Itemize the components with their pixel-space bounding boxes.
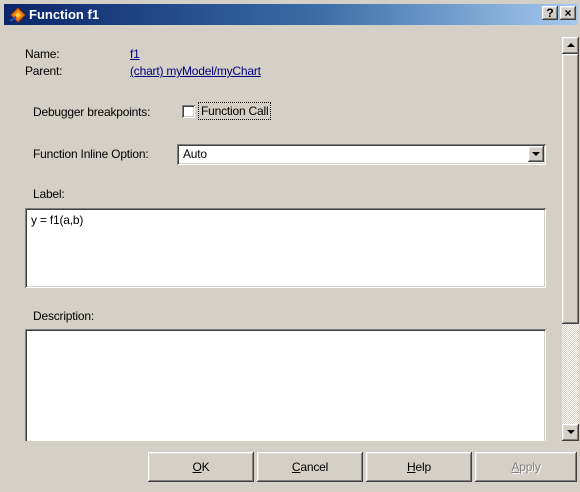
parent-link[interactable]: (chart) myModel/myChart <box>130 64 261 78</box>
context-help-button[interactable]: ? <box>542 6 558 20</box>
function-call-label[interactable]: Function Call <box>198 102 272 120</box>
ok-label: K <box>201 460 210 474</box>
scroll-down-arrow-icon[interactable] <box>562 424 579 441</box>
scrollbar-thumb[interactable] <box>562 54 579 324</box>
close-button[interactable]: × <box>560 6 576 20</box>
ok-button[interactable]: OK <box>148 452 254 482</box>
apply-button[interactable]: Apply <box>475 452 577 482</box>
label-textarea[interactable]: y = f1(a,b) <box>25 208 546 288</box>
cancel-button[interactable]: Cancel <box>257 452 363 482</box>
properties-panel: Name: f1 Parent: (chart) myModel/myChart… <box>8 27 561 441</box>
help-label: elp <box>415 460 432 474</box>
help-button[interactable]: Help <box>366 452 472 482</box>
label-text: y = f1(a,b) <box>31 213 84 227</box>
name-link[interactable]: f1 <box>130 47 140 61</box>
help-mnemonic: H <box>407 460 416 474</box>
function-inline-option-value: Auto <box>183 147 207 161</box>
apply-label: pply <box>519 460 541 474</box>
vertical-scrollbar[interactable] <box>562 37 579 441</box>
parent-label: Parent: <box>25 64 63 78</box>
title-bar[interactable]: Function f1 ? × <box>4 4 578 25</box>
ok-mnemonic: O <box>192 460 202 474</box>
debugger-breakpoints-label: Debugger breakpoints: <box>33 105 151 119</box>
scroll-up-arrow-icon[interactable] <box>562 37 579 54</box>
stateflow-function-icon <box>9 7 26 23</box>
name-label: Name: <box>25 47 60 61</box>
function-call-checkbox[interactable] <box>182 105 195 118</box>
function-inline-option-label: Function Inline Option: <box>33 147 149 161</box>
window-title: Function f1 <box>29 7 100 22</box>
chevron-down-icon[interactable] <box>528 146 544 162</box>
description-textarea[interactable] <box>25 329 546 441</box>
cancel-label: ancel <box>300 460 329 474</box>
description-heading: Description: <box>33 309 94 323</box>
label-heading: Label: <box>33 187 65 201</box>
function-properties-dialog: Function f1 ? × Name: f1 Parent: (chart)… <box>0 0 580 492</box>
function-inline-option-select[interactable]: Auto <box>177 144 546 165</box>
